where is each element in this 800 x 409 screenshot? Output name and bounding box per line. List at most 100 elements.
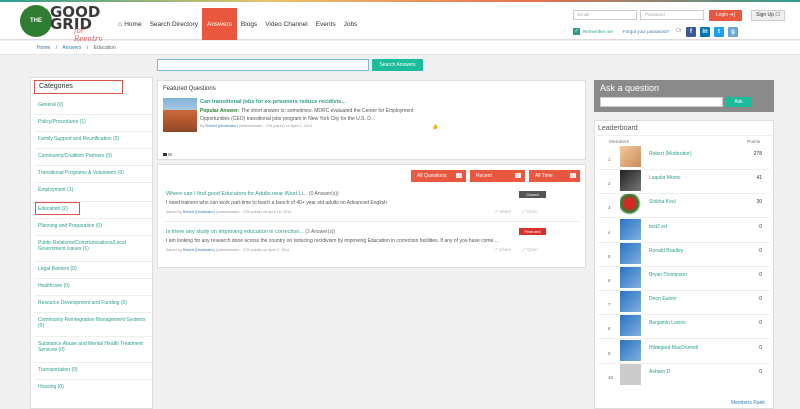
question-byline: Asked by Robert (Moderator) (Administrat… [166, 210, 292, 214]
avatar[interactable] [620, 339, 641, 361]
filter-all-time[interactable]: All Time [529, 170, 580, 182]
signup-button[interactable]: Sign Up ☐ [751, 10, 785, 21]
leaderboard-rank: 1 [608, 157, 611, 162]
featured-author-link[interactable]: Robert (Moderator) [206, 124, 238, 128]
ask-question-input[interactable] [600, 97, 723, 107]
category-item[interactable]: Family Support and Reunification (0) [38, 136, 148, 142]
share-button[interactable]: ↗ Share [494, 209, 511, 215]
leaderboard-member-link[interactable]: Shikha Koul [649, 199, 676, 205]
leaderboard-rank: 9 [608, 350, 611, 356]
leaderboard-member-link[interactable]: Ashwin D [649, 369, 670, 375]
category-item[interactable]: Resource Development and Funding (0) [38, 300, 148, 306]
category-item[interactable]: Policy/Procedures (1) [38, 119, 148, 125]
leaderboard-title: Leaderboard [598, 125, 638, 132]
question-title[interactable]: Where can I find good Educators for Adul… [166, 191, 339, 197]
category-item[interactable]: Public Relations/Communications/Local Go… [38, 240, 148, 252]
login-button[interactable]: Login ➔] [709, 10, 742, 21]
breadcrumb-answers[interactable]: Answers [62, 45, 81, 51]
nav-events[interactable]: Events [312, 8, 340, 40]
leaderboard-member-link[interactable]: test2 ed [649, 224, 667, 230]
answers-search-input[interactable] [157, 59, 369, 71]
question-body: I am looking for any research done acros… [166, 238, 499, 244]
category-item[interactable]: Transitional Programs & Volunteers (0) [38, 170, 148, 176]
avatar[interactable] [620, 218, 641, 240]
site-logo[interactable]: THE GOOD GRID for Reentry [20, 5, 110, 43]
divider [34, 165, 152, 166]
members-rank-link[interactable]: Members Rank [731, 400, 765, 406]
like-icon[interactable]: 👍 [432, 124, 438, 130]
leaderboard-member-link[interactable]: Benjamin Lovins [649, 320, 686, 326]
list-icon [456, 173, 462, 178]
leaderboard-rank: 8 [608, 326, 611, 332]
avatar[interactable] [620, 291, 641, 313]
category-item[interactable]: Legal Barriers (0) [38, 266, 148, 272]
google-icon[interactable]: g [728, 27, 738, 37]
filter-recent[interactable]: Recent [470, 170, 525, 182]
avatar[interactable] [620, 194, 641, 216]
password-field[interactable]: Password [640, 10, 704, 20]
featured-byline: By Robert (Moderator) (Administrator - 2… [200, 124, 313, 128]
category-item[interactable]: Substance Abuse and Mental Health Treatm… [38, 341, 148, 353]
avatar[interactable] [620, 242, 641, 264]
avatar[interactable] [620, 170, 641, 192]
category-item[interactable]: Housing (0) [38, 384, 148, 390]
nav-jobs[interactable]: Jobs [340, 8, 362, 40]
breadcrumb-home[interactable]: Home [37, 45, 50, 51]
members-column-header: Members [609, 140, 629, 145]
leaderboard-member-link[interactable]: Bryan Thompson [649, 272, 687, 278]
leaderboard-points: 0 [759, 320, 762, 327]
facebook-icon[interactable]: f [686, 27, 696, 37]
avatar[interactable] [620, 363, 641, 385]
divider [34, 235, 152, 236]
nav-answers[interactable]: Answers [201, 8, 237, 40]
divider [34, 312, 152, 313]
featured-question-image [163, 98, 197, 132]
leaderboard-member-link[interactable]: Deon Ealom [649, 296, 677, 302]
question-title[interactable]: Is there any study on improving educatio… [166, 229, 335, 235]
share-button[interactable]: ↗ Share [494, 247, 511, 253]
featured-answer: Popular Answer: The short answer is: som… [200, 108, 414, 122]
category-item[interactable]: Planning and Preparation (0) [38, 223, 148, 229]
nav-search-directory[interactable]: Search Directory [146, 8, 202, 40]
category-item[interactable]: General (0) [38, 102, 148, 108]
filter-all-questions[interactable]: All Questions [411, 170, 466, 182]
avatar[interactable] [620, 267, 641, 288]
leaderboard-member-link[interactable]: Laquita Morris [649, 175, 681, 181]
avatar[interactable] [620, 315, 641, 337]
category-item[interactable]: Healthcare (0) [38, 283, 148, 289]
category-item[interactable]: Community Reintegration Management Syste… [38, 317, 148, 329]
open-button[interactable]: ⤢ Open [522, 247, 538, 252]
leaderboard-points: 30 [756, 199, 762, 206]
divider [34, 114, 152, 115]
leaderboard-points: 41 [756, 175, 762, 182]
divider [594, 135, 774, 136]
twitter-icon[interactable]: t [714, 27, 724, 37]
nav-video-channel[interactable]: Video Channel [261, 8, 312, 40]
leaderboard-member-link[interactable]: Ronald Bradley [649, 248, 683, 254]
check-icon: ✓ [573, 28, 580, 35]
leaderboard-member-link[interactable]: Hildegard MacDonnell [649, 345, 698, 351]
category-item[interactable]: Transportation (0) [38, 367, 148, 373]
divider [34, 362, 152, 363]
leaderboard-points: 0 [759, 368, 762, 375]
forgot-password-link[interactable]: Forgot your password? [623, 29, 669, 34]
site-header: THE GOOD GRID for Reentry ⌂ Home Search D… [0, 2, 800, 43]
avatar[interactable] [620, 146, 641, 167]
carousel-dots[interactable] [163, 153, 173, 156]
ask-button[interactable]: Ask [726, 97, 751, 107]
nav-blogs[interactable]: Blogs [237, 8, 261, 40]
divider [34, 295, 152, 296]
search-answers-button[interactable]: Search Answers [372, 59, 423, 71]
category-item[interactable]: Employment (1) [38, 187, 148, 193]
main-nav: ⌂ Home Search Directory Answers Blogs Vid… [114, 8, 361, 40]
linkedin-icon[interactable]: in [700, 27, 710, 37]
home-icon: ⌂ [118, 20, 123, 28]
open-button[interactable]: ⤢ Open [522, 209, 538, 214]
email-field[interactable]: Email [573, 10, 637, 20]
leaderboard-member-link[interactable]: Robert (Moderator) [649, 151, 692, 157]
remember-me-checkbox[interactable]: ✓ Remember me [573, 28, 613, 35]
featured-question-link[interactable]: Can transitional jobs for ex-prisoners r… [200, 99, 346, 105]
nav-home[interactable]: ⌂ Home [114, 8, 146, 40]
status-badge: Closed [519, 191, 546, 198]
category-item[interactable]: Community/Coalition Partners (0) [38, 153, 148, 159]
